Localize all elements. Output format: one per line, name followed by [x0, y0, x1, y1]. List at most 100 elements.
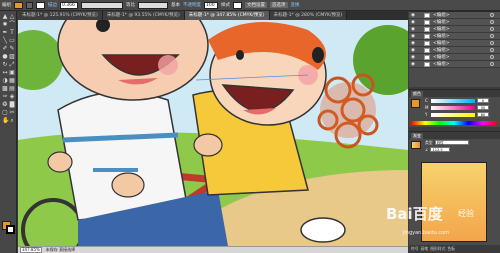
artboard-canvas[interactable] [18, 20, 408, 246]
layer-thumbnail [424, 61, 430, 67]
layer-row[interactable]: ◉ <编组> [409, 54, 500, 61]
eye-icon[interactable]: ◉ [411, 41, 416, 46]
target-circle-icon[interactable] [490, 41, 494, 45]
layer-row[interactable]: ◉ <编组> [409, 12, 500, 19]
channel-value[interactable]: 80 [477, 112, 489, 117]
target-circle-icon[interactable] [490, 13, 494, 17]
eye-icon[interactable]: ◉ [411, 34, 416, 39]
gradient-angle-field[interactable]: 112.5 [430, 147, 451, 152]
layer-thumbnail [424, 12, 430, 18]
rectangle-tool-icon[interactable]: ▭ [9, 38, 15, 44]
layer-name: <编组> [433, 55, 450, 60]
brush-definition[interactable] [138, 1, 168, 9]
direct-selection-tool-icon[interactable]: △ [9, 14, 15, 20]
target-circle-icon[interactable] [490, 55, 494, 59]
channel-slider[interactable] [431, 105, 475, 110]
gradient-tool-icon[interactable]: ▤ [9, 86, 15, 92]
opacity-field[interactable]: 100 [204, 1, 218, 9]
target-circle-icon[interactable] [490, 34, 494, 38]
document-setup-button[interactable]: 文档设置 [245, 2, 267, 8]
brush-label[interactable]: 基本 [171, 2, 180, 8]
shape-builder-tool-icon[interactable]: ◑ [2, 78, 8, 84]
channel-value[interactable]: 0 [477, 98, 489, 103]
selection-tool-icon[interactable]: ▲ [2, 14, 8, 20]
layer-row[interactable]: ◉ <编组> [409, 47, 500, 54]
status-text: 未保存 直接选择 [45, 247, 76, 252]
stroke-swatch[interactable] [6, 225, 15, 234]
variable-width-profile[interactable] [81, 1, 123, 9]
channel-slider[interactable] [431, 98, 475, 103]
blob-brush-tool-icon[interactable]: ● [2, 54, 8, 60]
zoom-level-field[interactable]: 347.85% [20, 247, 42, 253]
line-tool-icon[interactable]: ╲ [2, 38, 8, 44]
brushes-tab[interactable]: 画笔 [421, 246, 429, 252]
rotate-tool-icon[interactable]: ↻ [2, 62, 8, 68]
eraser-tool-icon[interactable]: ▨ [9, 54, 15, 60]
fill-color-swatch[interactable] [14, 1, 23, 9]
width-tool-icon[interactable]: ↔ [2, 70, 8, 76]
gradient-type-select[interactable]: 线性 [434, 140, 469, 145]
eyedropper-tool-icon[interactable]: ✑ [2, 94, 8, 100]
lasso-tool-icon[interactable]: ⌒ [9, 22, 15, 28]
target-circle-icon[interactable] [490, 48, 494, 52]
profile-label[interactable]: 等比 [126, 2, 135, 8]
preferences-button[interactable]: 首选项 [270, 2, 288, 8]
graphic-style-swatch[interactable] [233, 1, 242, 9]
document-tab[interactable]: 未标题-1* @ 280% (CMYK/预览) [269, 11, 348, 20]
layer-row[interactable]: ◉ <编组> [409, 26, 500, 33]
blend-tool-icon[interactable]: ◈ [9, 94, 15, 100]
free-transform-tool-icon[interactable]: ▣ [9, 70, 15, 76]
target-circle-icon[interactable] [490, 20, 494, 24]
color-panel-fill-swatch[interactable] [411, 99, 420, 108]
artboard-tool-icon[interactable]: ▢ [2, 110, 8, 116]
paintbrush-tool-icon[interactable]: ✐ [2, 46, 8, 52]
layer-row[interactable]: ◉ <编组> [409, 40, 500, 47]
column-graph-tool-icon[interactable]: ▇ [9, 102, 15, 108]
document-tab[interactable]: 未标题-1* @ 93.55% (CMYK/预览) [102, 11, 185, 20]
layer-row[interactable]: ◉ <编组> [409, 33, 500, 40]
eye-icon[interactable]: ◉ [411, 13, 416, 18]
eye-icon[interactable]: ◉ [411, 20, 416, 25]
illustrator-window: 编组 描边 0.366 等比 基本 不透明度 100 样式 文档设置 首选项 变… [0, 0, 500, 253]
document-tab[interactable]: 未标题-1* @ 125.91% (CMYK/预览) [18, 11, 103, 20]
color-spectrum-bar[interactable] [411, 121, 497, 125]
document-tab-active[interactable]: 未标题-1* @ 347.85% (CMYK/预览) [184, 11, 270, 20]
selection-type-label: 编组 [2, 3, 11, 8]
magic-wand-tool-icon[interactable]: ✸ [2, 22, 8, 28]
eye-icon[interactable]: ◉ [411, 48, 416, 53]
gradient-preview-swatch[interactable] [411, 141, 421, 149]
symbol-sprayer-tool-icon[interactable]: ❂ [2, 102, 8, 108]
slice-tool-icon[interactable]: ✂ [9, 110, 15, 116]
eye-icon[interactable]: ◉ [411, 55, 416, 60]
layer-row[interactable]: ◉ <编组> [409, 61, 500, 68]
layer-row[interactable]: ◉ <编组> [409, 19, 500, 26]
type-tool-icon[interactable]: T [9, 30, 15, 36]
transform-link[interactable]: 变换 [291, 2, 300, 8]
zoom-tool-icon[interactable]: ⌕ [9, 118, 15, 124]
mesh-tool-icon[interactable]: ▩ [2, 86, 8, 92]
pen-tool-icon[interactable]: ✒ [2, 30, 8, 36]
color-channel-c: C0 [409, 97, 500, 104]
perspective-grid-tool-icon[interactable]: ▦ [9, 78, 15, 84]
target-circle-icon[interactable] [490, 27, 494, 31]
stroke-weight-field[interactable]: 0.366 [60, 1, 78, 9]
hand-tool-icon[interactable]: ✋ [2, 118, 9, 124]
target-circle-icon[interactable] [490, 62, 494, 66]
tools-panel: ▲ △ ✸ ⌒ ✒ T ╲ ▭ ✐ ✎ ● ▨ ↻ ⤢ ↔ ▣ ◑ ▦ ▩ ▤ … [0, 11, 17, 253]
color-panel-tab[interactable]: 颜色 [411, 90, 423, 97]
scale-tool-icon[interactable]: ⤢ [9, 62, 15, 68]
symbols-tab[interactable]: 符号 [411, 246, 419, 252]
stroke-label[interactable]: 描边 [48, 2, 57, 8]
graphic-styles-tab[interactable]: 图形样式 [430, 246, 445, 252]
channel-slider[interactable] [431, 112, 475, 117]
pencil-tool-icon[interactable]: ✎ [9, 46, 15, 52]
fill-dropdown-button[interactable] [26, 1, 33, 9]
opacity-label[interactable]: 不透明度 [183, 2, 201, 8]
eye-icon[interactable]: ◉ [411, 27, 416, 32]
layer-name: <编组> [433, 27, 450, 32]
channel-value[interactable]: 50 [477, 105, 489, 110]
swatches-tab[interactable]: 色板 [447, 246, 455, 252]
eye-icon[interactable]: ◉ [411, 62, 416, 67]
stroke-color-swatch[interactable] [36, 1, 45, 9]
gradient-panel-tab[interactable]: 渐变 [411, 132, 423, 139]
